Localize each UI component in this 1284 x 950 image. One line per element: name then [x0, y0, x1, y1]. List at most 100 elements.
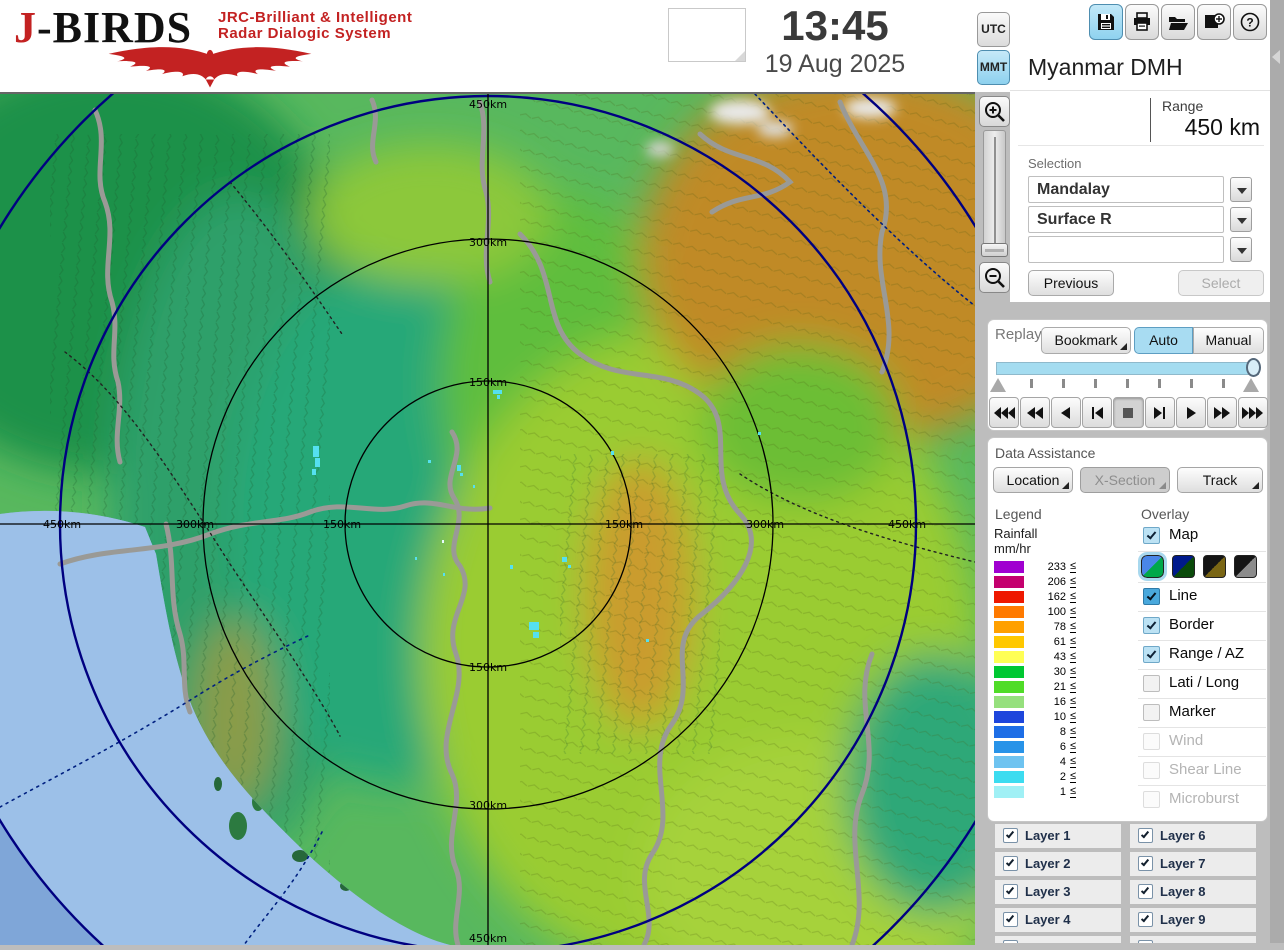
svg-text:450km: 450km [888, 518, 926, 531]
play-button[interactable] [1175, 397, 1206, 428]
play-reverse-button[interactable] [1051, 397, 1082, 428]
utc-button[interactable]: UTC [977, 12, 1010, 47]
open-folder-icon [1169, 17, 1188, 30]
layer-9-toggle[interactable]: Layer 9 [1130, 908, 1256, 932]
legend-unit: mm/hr [994, 541, 1031, 556]
svg-text:450km: 450km [43, 518, 81, 531]
marker-checkbox[interactable] [1143, 704, 1160, 721]
forward-fastest-button[interactable] [1237, 397, 1268, 428]
print-button[interactable] [1125, 4, 1159, 40]
layer-8-toggle[interactable]: Layer 8 [1130, 880, 1256, 904]
save-button[interactable] [1089, 4, 1123, 40]
collapse-panel-arrow-icon[interactable] [1272, 50, 1280, 64]
range-az-checkbox[interactable] [1143, 646, 1160, 663]
bookmark-button[interactable]: Bookmark [1041, 327, 1131, 354]
overlay-item-line[interactable]: Line [1138, 582, 1266, 611]
svg-text:300km: 300km [469, 236, 507, 249]
radar-map[interactable]: 450km 300km 150km 150km 300km 450km 450k… [0, 0, 1080, 950]
previous-button[interactable]: Previous [1028, 270, 1114, 296]
clock-time: 13:45 [781, 2, 889, 49]
help-button[interactable]: ? [1233, 4, 1267, 40]
rewind-fastest-button[interactable] [989, 397, 1020, 428]
product-select-dropdown-button[interactable] [1230, 207, 1252, 232]
corner-handle-icon [1120, 343, 1127, 350]
line-checkbox[interactable] [1143, 588, 1160, 605]
site-select[interactable]: Mandalay [1028, 176, 1224, 203]
map-style-swatch-1[interactable] [1138, 552, 1167, 581]
layer-toggle-partial[interactable] [995, 936, 1121, 943]
legend-title: Rainfall [994, 526, 1038, 541]
legend-entry: 162 ≤ [994, 590, 1134, 605]
map-style-swatch-4[interactable] [1234, 555, 1257, 578]
location-button[interactable]: Location [993, 467, 1073, 493]
layer-1-toggle[interactable]: Layer 1 [995, 824, 1121, 848]
layer-7-toggle[interactable]: Layer 7 [1130, 852, 1256, 876]
overlay-item-shear-line: Shear Line [1138, 756, 1266, 785]
legend: Rainfall mm/hr 233 ≤ 206 ≤ 162 ≤ 100 ≤ 78 ≤ 6… [994, 526, 1134, 800]
manual-button[interactable]: Manual [1193, 327, 1264, 354]
mmt-button[interactable]: MMT [977, 50, 1010, 85]
overlay-item-map[interactable]: Map [1138, 522, 1266, 551]
map-checkbox[interactable] [1143, 527, 1160, 544]
radar-map-canvas: 450km 300km 150km 150km 300km 450km 450k… [0, 0, 1080, 950]
corner-handle-icon [1159, 482, 1166, 489]
zoom-in-button[interactable] [979, 96, 1010, 127]
legend-entry: 30 ≤ [994, 665, 1134, 680]
zoom-in-icon [984, 101, 1005, 122]
x-section-button[interactable]: X-Section [1080, 467, 1170, 493]
layer-3-toggle[interactable]: Layer 3 [995, 880, 1121, 904]
chevron-down-icon [1237, 218, 1247, 224]
rewind-fast-button[interactable] [1020, 397, 1051, 428]
replay-start-marker[interactable] [990, 378, 1006, 392]
data-assistance-label: Data Assistance [995, 445, 1096, 461]
select-button[interactable]: Select [1178, 270, 1264, 296]
extra-select[interactable] [1028, 236, 1224, 263]
replay-slider-thumb[interactable] [1246, 358, 1261, 377]
svg-text:450km: 450km [469, 932, 507, 945]
export-image-button[interactable] [1197, 4, 1231, 40]
legend-entry: 100 ≤ [994, 605, 1134, 620]
overlay-item-range-az[interactable]: Range / AZ [1138, 640, 1266, 669]
site-select-dropdown-button[interactable] [1230, 177, 1252, 202]
export-image-icon [1205, 13, 1225, 28]
stop-button[interactable] [1113, 397, 1144, 428]
extra-select-row [1028, 236, 1252, 263]
zoom-slider-track[interactable] [983, 130, 1006, 252]
range-value: 450 km [1184, 114, 1260, 140]
step-back-button[interactable] [1082, 397, 1113, 428]
extra-select-dropdown-button[interactable] [1230, 237, 1252, 262]
svg-text:300km: 300km [176, 518, 214, 531]
open-folder-button[interactable] [1161, 4, 1195, 40]
product-select[interactable]: Surface R [1028, 206, 1224, 233]
forward-fast-button[interactable] [1206, 397, 1237, 428]
svg-text:150km: 150km [605, 518, 643, 531]
layer-4-toggle[interactable]: Layer 4 [995, 908, 1121, 932]
svg-text:300km: 300km [469, 799, 507, 812]
layer-toggle-partial[interactable] [1130, 936, 1256, 943]
zoom-out-button[interactable] [979, 262, 1010, 293]
overlay-item-border[interactable]: Border [1138, 611, 1266, 640]
svg-text:150km: 150km [323, 518, 361, 531]
layer-2-toggle[interactable]: Layer 2 [995, 852, 1121, 876]
layer-6-toggle[interactable]: Layer 6 [1130, 824, 1256, 848]
range-label: Range [1162, 98, 1204, 114]
overlay-item-wind: Wind [1138, 727, 1266, 756]
overlay-item-lati-long[interactable]: Lati / Long [1138, 669, 1266, 698]
overlay-list: Map Line Border Range / AZ Lati / Long M… [1138, 522, 1266, 814]
legend-entry: 8 ≤ [994, 725, 1134, 740]
step-forward-button[interactable] [1144, 397, 1175, 428]
wind-checkbox [1143, 733, 1160, 750]
track-button[interactable]: Track [1177, 467, 1263, 493]
overlay-item-marker[interactable]: Marker [1138, 698, 1266, 727]
logo-subtitle: JRC-Brilliant & Intelligent Radar Dialog… [218, 9, 413, 42]
replay-end-marker[interactable] [1243, 378, 1259, 392]
replay-label: Replay [995, 326, 1042, 343]
map-style-swatch-3[interactable] [1203, 555, 1226, 578]
lati-long-checkbox[interactable] [1143, 675, 1160, 692]
playback-controls [989, 397, 1268, 428]
border-checkbox[interactable] [1143, 617, 1160, 634]
replay-slider-track[interactable] [996, 362, 1259, 375]
map-style-swatch-2[interactable] [1172, 555, 1195, 578]
auto-button[interactable]: Auto [1134, 327, 1193, 354]
zoom-slider-thumb[interactable] [981, 243, 1008, 257]
